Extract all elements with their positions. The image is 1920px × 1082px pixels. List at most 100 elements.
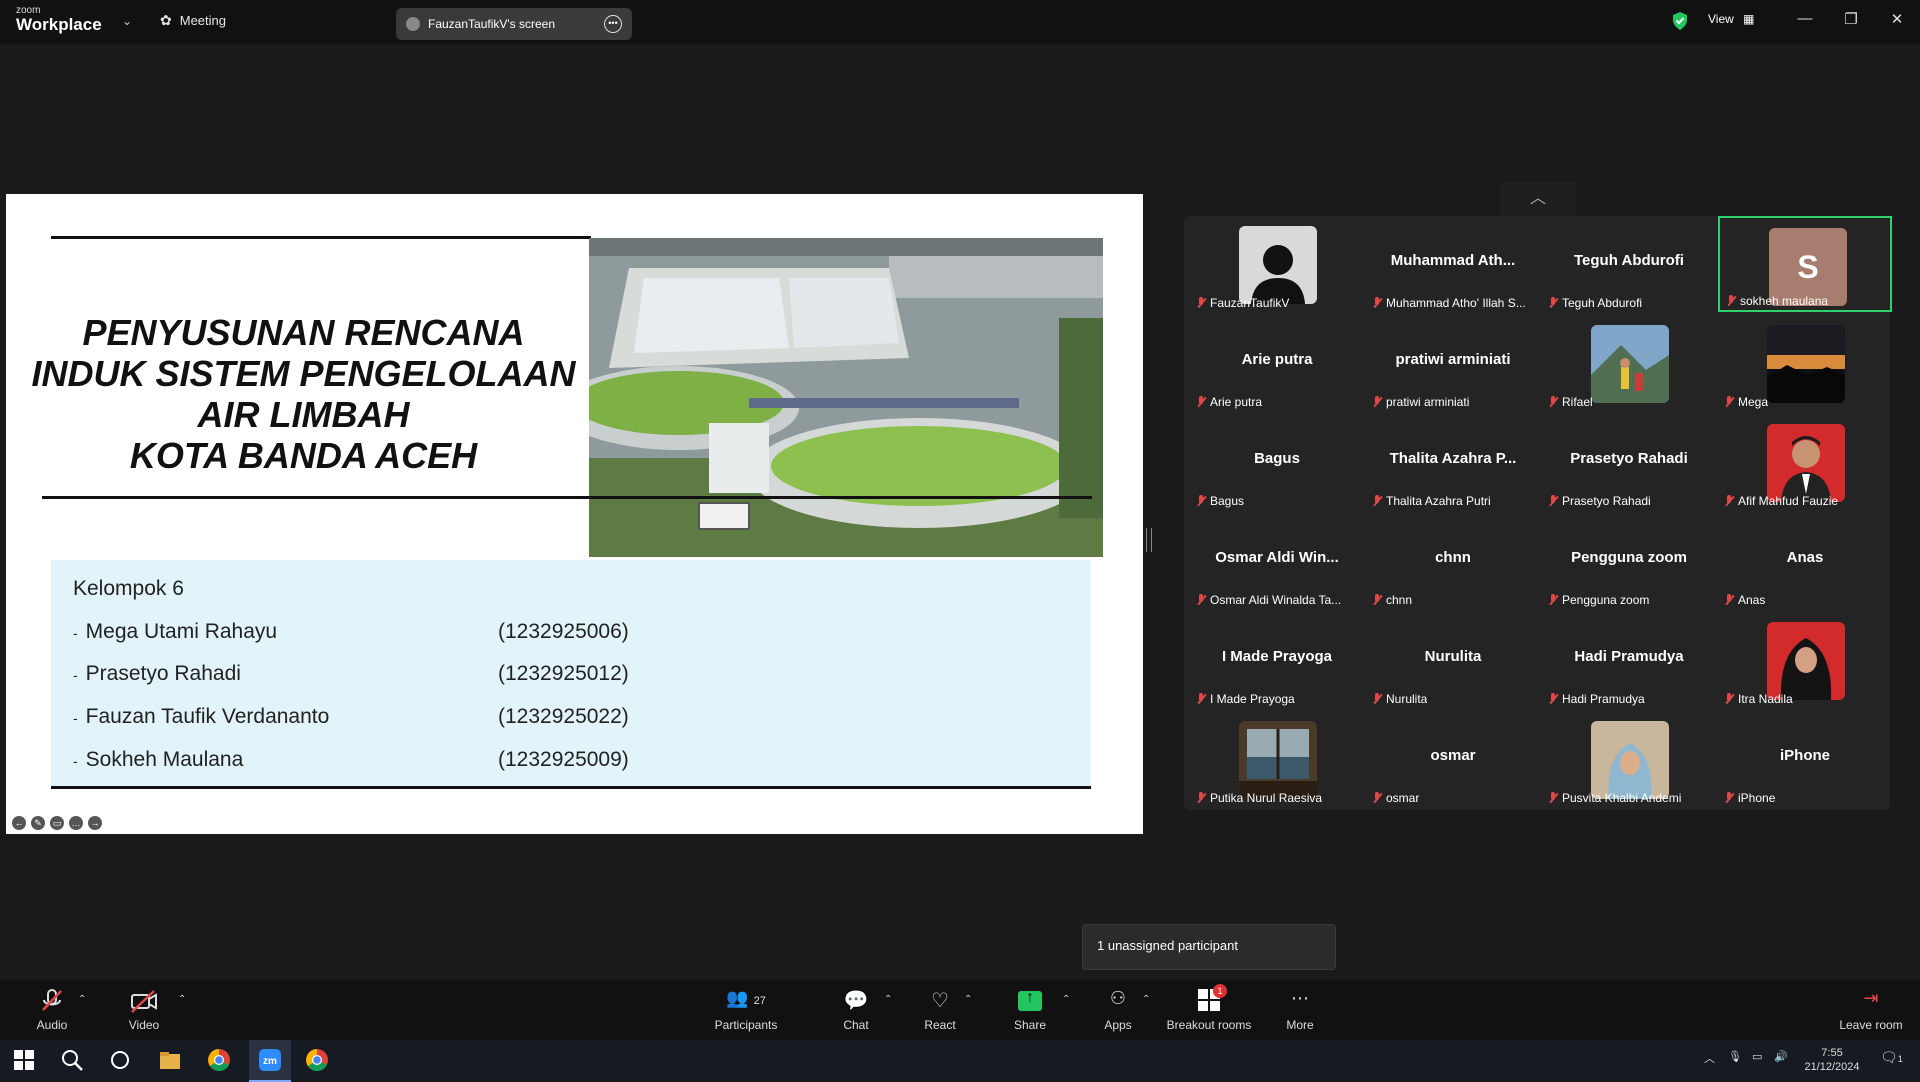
react-options-caret[interactable]: ⌃ (964, 994, 972, 1005)
participant-tile[interactable]: Anas Anas (1718, 513, 1892, 609)
participant-tile[interactable]: Pengguna zoom Pengguna zoom (1542, 513, 1716, 609)
search-icon[interactable] (60, 1048, 84, 1072)
participant-tile[interactable]: pratiwi arminiati pratiwi arminiati (1366, 315, 1540, 411)
member-nim: (1232925012) (498, 662, 629, 685)
chevron-up-icon[interactable]: ︿ (1500, 182, 1576, 216)
cortana-icon[interactable] (108, 1048, 132, 1072)
file-explorer-icon[interactable] (158, 1048, 182, 1072)
participant-tile[interactable]: Putika Nurul Raesiva (1190, 711, 1364, 807)
apps-options-caret[interactable]: ⌃ (1142, 994, 1150, 1005)
participant-name: Osmar Aldi Winalda Ta... (1210, 593, 1342, 607)
chat-button[interactable]: 💬 Chat (838, 988, 874, 1032)
participant-name-label: Anas (1724, 593, 1765, 607)
participant-tile[interactable]: Arie putra Arie putra (1190, 315, 1364, 411)
chevron-down-icon[interactable]: ⌄ (122, 14, 132, 28)
participant-tile[interactable]: Mega (1718, 315, 1892, 411)
participant-tile[interactable]: iPhone iPhone (1718, 711, 1892, 807)
mic-muted-icon (1196, 297, 1206, 309)
participant-display-name: I Made Prayoga (1221, 648, 1333, 665)
meeting-button[interactable]: ✿ Meeting (160, 12, 226, 29)
participant-tile[interactable]: Bagus Bagus (1190, 414, 1364, 510)
volume-icon[interactable]: 🔊 (1774, 1050, 1788, 1064)
participant-tile[interactable]: Teguh Abdurofi Teguh Abdurofi (1542, 216, 1716, 312)
participant-name: Muhammad Atho' Illah S... (1386, 296, 1526, 310)
participant-photo (1591, 721, 1669, 799)
react-button[interactable]: ♡ React (920, 988, 960, 1032)
participant-name-label: FauzanTaufikV (1196, 296, 1289, 310)
grid-icon: ▦ (1743, 12, 1755, 26)
mic-muted-icon (1548, 297, 1558, 309)
video-button[interactable]: Video (122, 988, 166, 1032)
participants-button[interactable]: 👥 27 Participants (712, 988, 780, 1032)
view-button[interactable]: View ▦ (1708, 12, 1754, 26)
participant-name-label: Itra Nadila (1724, 692, 1793, 706)
close-icon[interactable]: ✕ (1882, 10, 1912, 28)
microphone-icon[interactable]: 🎙 (1728, 1050, 1742, 1064)
captions-icon[interactable]: ▭ (50, 816, 64, 830)
breakout-rooms-icon: 1 (1197, 984, 1227, 1014)
mic-muted-icon (1724, 594, 1734, 606)
show-hidden-icons[interactable]: ︿ (1704, 1052, 1715, 1066)
chat-options-caret[interactable]: ⌃ (884, 994, 892, 1005)
video-options-caret[interactable]: ⌃ (178, 994, 186, 1005)
participant-name-label: I Made Prayoga (1196, 692, 1295, 706)
participant-tile[interactable]: Osmar Aldi Win... Osmar Aldi Winalda Ta..… (1190, 513, 1364, 609)
participant-name-label: Pengguna zoom (1548, 593, 1649, 607)
participant-tile[interactable]: Ssokheh maulana (1718, 216, 1892, 312)
chrome-icon[interactable] (207, 1048, 231, 1072)
audio-button[interactable]: Audio (30, 988, 74, 1032)
mic-muted-icon (1372, 693, 1382, 705)
chat-label: Chat (843, 1018, 869, 1032)
notifications-icon[interactable]: 🗨1 (1880, 1050, 1903, 1066)
shared-slide: PENYUSUNAN RENCANA INDUK SISTEM PENGELOL… (6, 194, 1143, 834)
apps-button[interactable]: ⚇ Apps (1100, 988, 1136, 1032)
participant-tile[interactable]: Afif Mahfud Fauzie (1718, 414, 1892, 510)
participant-tile[interactable]: Nurulita Nurulita (1366, 612, 1540, 708)
panel-splitter[interactable] (1146, 528, 1152, 552)
audio-options-caret[interactable]: ⌃ (78, 994, 86, 1005)
participant-name: Putika Nurul Raesiva (1210, 791, 1323, 805)
participant-name-label: Teguh Abdurofi (1548, 296, 1642, 310)
chrome-profile-icon[interactable] (305, 1048, 329, 1072)
more-options-icon[interactable]: ••• (604, 15, 622, 33)
windows-start-icon[interactable] (12, 1048, 36, 1072)
pen-icon[interactable]: ✎ (31, 816, 45, 830)
more-icon[interactable]: … (69, 816, 83, 830)
participant-tile[interactable]: Thalita Azahra P... Thalita Azahra Putri (1366, 414, 1540, 510)
breakout-rooms-button[interactable]: 1 Breakout rooms (1164, 984, 1254, 1032)
participant-tile[interactable]: osmar osmar (1366, 711, 1540, 807)
previous-slide-icon[interactable]: ← (12, 816, 26, 830)
audio-label: Audio (36, 1018, 68, 1032)
participant-name-label: Hadi Pramudya (1548, 692, 1645, 706)
participant-tile[interactable]: I Made Prayoga I Made Prayoga (1190, 612, 1364, 708)
participant-tile[interactable]: Prasetyo Rahadi Prasetyo Rahadi (1542, 414, 1716, 510)
minimize-icon[interactable]: — (1790, 10, 1820, 27)
more-button[interactable]: ⋯ More (1282, 988, 1318, 1032)
default-avatar-icon (1239, 226, 1317, 304)
clock[interactable]: 7:55 21/12/2024 (1800, 1046, 1864, 1074)
participant-tile[interactable]: Muhammad Ath... Muhammad Atho' Illah S... (1366, 216, 1540, 312)
participant-tile[interactable]: chnn chnn (1366, 513, 1540, 609)
network-icon[interactable]: ▭ (1752, 1050, 1762, 1064)
participant-tile[interactable]: Rifael (1542, 315, 1716, 411)
participant-tile[interactable]: Hadi Pramudya Hadi Pramudya (1542, 612, 1716, 708)
video-label: Video (128, 1018, 160, 1032)
slide-title-line: KOTA BANDA ACEH (129, 435, 478, 476)
mic-muted-icon (1372, 396, 1382, 408)
mic-muted-icon (1196, 594, 1206, 606)
zoom-taskbar-item[interactable]: zm (249, 1040, 291, 1082)
screen-share-pill[interactable]: FauzanTaufikV's screen ••• (396, 8, 632, 40)
participant-photo (1767, 424, 1845, 502)
participant-tile[interactable]: Pusvita Khalbi Andemi (1542, 711, 1716, 807)
notification-count: 1 (1897, 1054, 1903, 1064)
shield-icon[interactable] (1672, 11, 1688, 31)
participant-tile[interactable]: FauzanTaufikV (1190, 216, 1364, 312)
participant-name-label: Thalita Azahra Putri (1372, 494, 1491, 508)
leave-room-button[interactable]: ⇥ Leave room (1836, 988, 1906, 1032)
next-slide-icon[interactable]: → (88, 816, 102, 830)
participant-name: Nurulita (1386, 692, 1428, 706)
restore-icon[interactable]: ❐ (1836, 10, 1866, 28)
share-options-caret[interactable]: ⌃ (1062, 994, 1070, 1005)
share-button[interactable]: Share (1010, 988, 1050, 1032)
participant-tile[interactable]: Itra Nadila (1718, 612, 1892, 708)
